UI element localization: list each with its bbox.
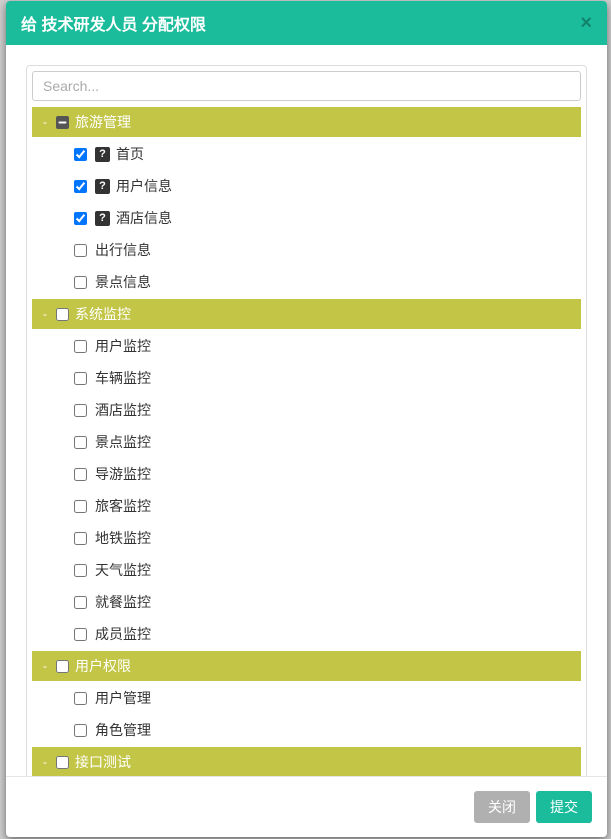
permissions-modal: 给 技术研发人员 分配权限 × - 旅游管理? 首页? 用户信息? 酒店信息出行信息景点… — [6, 1, 607, 837]
tree-item[interactable]: 导游监控 — [32, 458, 581, 490]
group-checkbox[interactable] — [56, 308, 69, 321]
item-label: 车辆监控 — [95, 368, 151, 388]
tree-item[interactable]: 旅客监控 — [32, 490, 581, 522]
item-label: 角色管理 — [95, 720, 151, 740]
tree-panel: - 旅游管理? 首页? 用户信息? 酒店信息出行信息景点信息 - 系统监控用户监控车辆监控酒… — [26, 65, 587, 776]
tree-group-header[interactable]: - 旅游管理 — [32, 107, 581, 137]
tree-item[interactable]: 角色管理 — [32, 714, 581, 746]
question-icon: ? — [95, 179, 110, 194]
item-label: 导游监控 — [95, 464, 151, 484]
item-checkbox[interactable] — [74, 628, 87, 641]
collapse-icon[interactable]: - — [40, 659, 50, 673]
item-checkbox[interactable] — [74, 372, 87, 385]
modal-body: - 旅游管理? 首页? 用户信息? 酒店信息出行信息景点信息 - 系统监控用户监控车辆监控酒… — [6, 45, 607, 776]
item-checkbox[interactable] — [74, 148, 87, 161]
item-label: 成员监控 — [95, 624, 151, 644]
item-label: 就餐监控 — [95, 592, 151, 612]
tree-group-header[interactable]: - 系统监控 — [32, 299, 581, 329]
item-label: 出行信息 — [95, 240, 151, 260]
item-checkbox[interactable] — [74, 564, 87, 577]
item-label: 景点信息 — [95, 272, 151, 292]
question-icon: ? — [95, 147, 110, 162]
item-label: 地铁监控 — [95, 528, 151, 548]
item-label: 旅客监控 — [95, 496, 151, 516]
modal-title: 给 技术研发人员 分配权限 — [21, 11, 206, 35]
search-wrap — [27, 66, 586, 106]
tree-item[interactable]: ? 用户信息 — [32, 170, 581, 202]
item-label: 用户信息 — [116, 176, 172, 196]
tree-item[interactable]: 天气监控 — [32, 554, 581, 586]
item-checkbox[interactable] — [74, 180, 87, 193]
item-checkbox[interactable] — [74, 244, 87, 257]
item-checkbox[interactable] — [74, 404, 87, 417]
item-checkbox[interactable] — [74, 692, 87, 705]
item-checkbox[interactable] — [74, 532, 87, 545]
group-checkbox[interactable] — [56, 756, 69, 769]
search-input[interactable] — [32, 71, 581, 101]
tree-container: - 旅游管理? 首页? 用户信息? 酒店信息出行信息景点信息 - 系统监控用户监控车辆监控酒… — [27, 107, 586, 776]
tree-item[interactable]: 用户监控 — [32, 330, 581, 362]
item-checkbox[interactable] — [74, 596, 87, 609]
group-checkbox[interactable] — [56, 116, 69, 129]
tree-item[interactable]: 酒店监控 — [32, 394, 581, 426]
item-label: 酒店信息 — [116, 208, 172, 228]
question-icon: ? — [95, 211, 110, 226]
close-icon[interactable]: × — [580, 13, 592, 33]
item-checkbox[interactable] — [74, 340, 87, 353]
item-checkbox[interactable] — [74, 212, 87, 225]
group-label: 用户权限 — [75, 656, 131, 676]
tree-item[interactable]: 成员监控 — [32, 618, 581, 650]
tree-item[interactable]: 就餐监控 — [32, 586, 581, 618]
collapse-icon[interactable]: - — [40, 115, 50, 129]
group-label: 系统监控 — [75, 304, 131, 324]
close-button[interactable]: 关闭 — [474, 791, 530, 823]
group-checkbox[interactable] — [56, 660, 69, 673]
tree-group-header[interactable]: - 用户权限 — [32, 651, 581, 681]
item-label: 首页 — [116, 144, 144, 164]
tree-item[interactable]: ? 首页 — [32, 138, 581, 170]
modal-footer: 关闭 提交 — [6, 776, 607, 837]
tree-item[interactable]: 用户管理 — [32, 682, 581, 714]
item-label: 酒店监控 — [95, 400, 151, 420]
tree-item[interactable]: 车辆监控 — [32, 362, 581, 394]
tree-item[interactable]: 地铁监控 — [32, 522, 581, 554]
group-label: 旅游管理 — [75, 112, 131, 132]
tree-item[interactable]: ? 酒店信息 — [32, 202, 581, 234]
item-checkbox[interactable] — [74, 436, 87, 449]
collapse-icon[interactable]: - — [40, 307, 50, 321]
tree-group-header[interactable]: - 接口测试 — [32, 747, 581, 776]
item-label: 用户管理 — [95, 688, 151, 708]
tree-item[interactable]: 景点监控 — [32, 426, 581, 458]
modal-header: 给 技术研发人员 分配权限 × — [6, 1, 607, 45]
item-checkbox[interactable] — [74, 724, 87, 737]
item-label: 天气监控 — [95, 560, 151, 580]
item-label: 景点监控 — [95, 432, 151, 452]
item-label: 用户监控 — [95, 336, 151, 356]
item-checkbox[interactable] — [74, 276, 87, 289]
item-checkbox[interactable] — [74, 500, 87, 513]
group-label: 接口测试 — [75, 752, 131, 772]
submit-button[interactable]: 提交 — [536, 791, 592, 823]
tree-item[interactable]: 景点信息 — [32, 266, 581, 298]
collapse-icon[interactable]: - — [40, 755, 50, 769]
item-checkbox[interactable] — [74, 468, 87, 481]
tree-item[interactable]: 出行信息 — [32, 234, 581, 266]
